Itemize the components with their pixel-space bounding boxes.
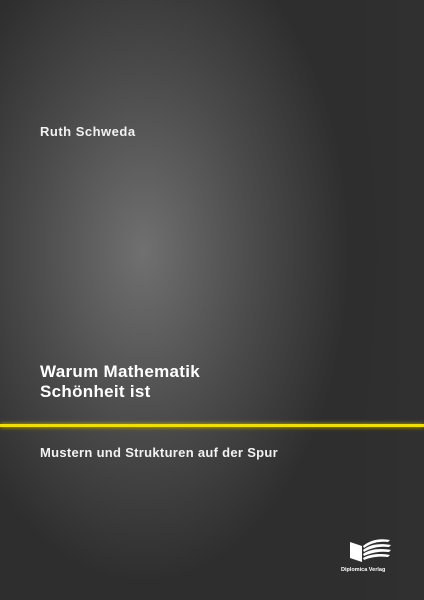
book-title: Warum Mathematik Schönheit ist xyxy=(40,362,200,402)
author-name: Ruth Schweda xyxy=(40,124,136,139)
publisher-name: Diplomica Verlag xyxy=(341,567,386,573)
cover-background xyxy=(0,0,424,600)
title-line-1: Warum Mathematik xyxy=(40,362,201,381)
yellow-divider xyxy=(0,424,424,427)
book-subtitle: Mustern und Strukturen auf der Spur xyxy=(40,445,279,460)
book-cover: Ruth Schweda Warum Mathematik Schönheit … xyxy=(0,0,424,600)
title-line-2: Schönheit ist xyxy=(40,382,151,401)
